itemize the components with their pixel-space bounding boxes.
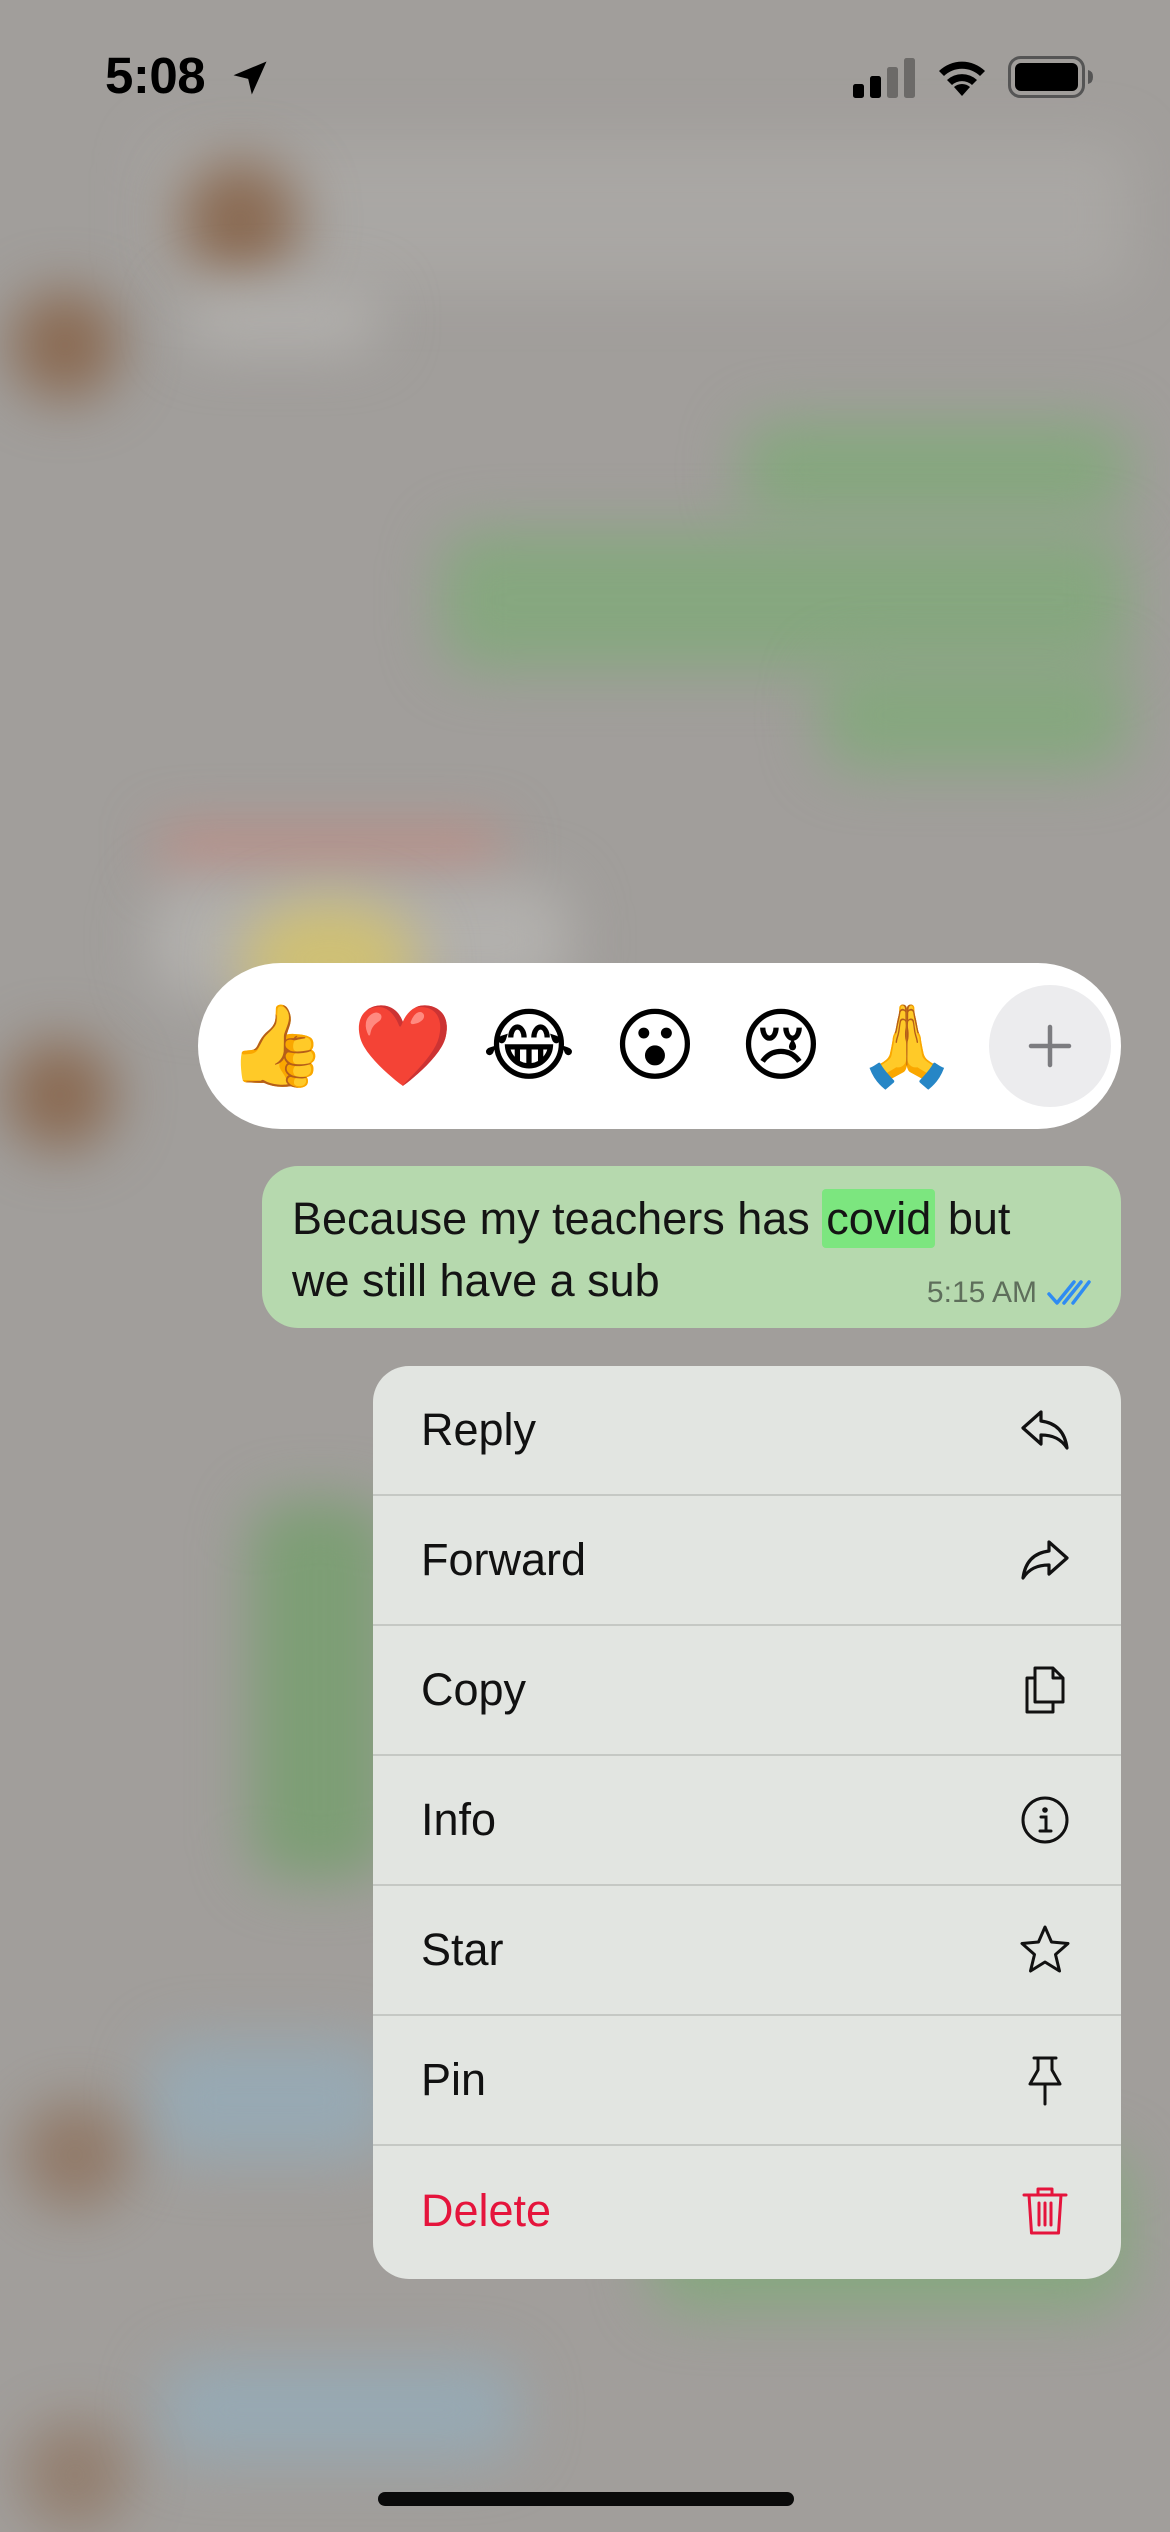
reaction-open-mouth[interactable]: 😮: [608, 999, 702, 1093]
status-time: 5:08: [105, 47, 206, 104]
menu-item-info[interactable]: Info: [373, 1756, 1121, 1886]
plus-icon: [1028, 1024, 1072, 1068]
info-icon: [1017, 1792, 1073, 1848]
star-icon: [1017, 1922, 1073, 1978]
forward-icon: [1017, 1532, 1073, 1588]
double-check-icon: [1047, 1280, 1091, 1305]
menu-item-label: Pin: [421, 2054, 487, 2105]
message-text-start: Because my teachers has: [292, 1193, 823, 1244]
menu-item-pin[interactable]: Pin: [373, 2016, 1121, 2146]
message-bubble[interactable]: Because my teachers has covid but we sti…: [262, 1166, 1121, 1328]
menu-item-label: Copy: [421, 1664, 527, 1715]
more-reactions-button[interactable]: [989, 985, 1111, 1107]
pin-icon: [1017, 2052, 1073, 2108]
menu-item-label: Reply: [421, 1404, 537, 1455]
message-meta: 5:15 AM: [927, 1276, 1091, 1310]
menu-item-star[interactable]: Star: [373, 1886, 1121, 2016]
battery-icon: [1008, 56, 1093, 98]
reaction-tears-of-joy[interactable]: 😂: [482, 999, 576, 1093]
menu-item-label: Forward: [421, 1534, 587, 1585]
menu-item-copy[interactable]: Copy: [373, 1626, 1121, 1756]
menu-item-reply[interactable]: Reply: [373, 1366, 1121, 1496]
home-indicator[interactable]: [378, 2492, 794, 2506]
location-arrow-icon: [233, 61, 267, 95]
message-context-menu: Reply Forward Copy Info Star Pin Delete: [373, 1366, 1121, 2279]
reaction-crying-face[interactable]: 😢: [734, 999, 828, 1093]
search-highlight: covid: [822, 1189, 936, 1248]
reaction-bar: 👍 ❤️ 😂 😮 😢 🙏: [198, 963, 1121, 1129]
reply-icon: [1017, 1402, 1073, 1458]
message-time: 5:15 AM: [926, 1276, 1037, 1309]
menu-item-forward[interactable]: Forward: [373, 1496, 1121, 1626]
copy-icon: [1017, 1662, 1073, 1718]
wifi-icon: [939, 61, 985, 96]
menu-item-label: Star: [421, 1924, 504, 1975]
cellular-signal-icon: [853, 58, 915, 98]
trash-icon: [1017, 2183, 1073, 2239]
reaction-folded-hands[interactable]: 🙏: [857, 999, 957, 1093]
menu-item-label: Delete: [421, 2185, 552, 2236]
reaction-red-heart[interactable]: ❤️: [353, 999, 453, 1093]
menu-item-delete[interactable]: Delete: [373, 2146, 1121, 2276]
menu-item-label: Info: [421, 1794, 497, 1845]
reaction-thumbs-up[interactable]: 👍: [227, 999, 327, 1093]
status-bar: 5:08: [0, 0, 1170, 150]
